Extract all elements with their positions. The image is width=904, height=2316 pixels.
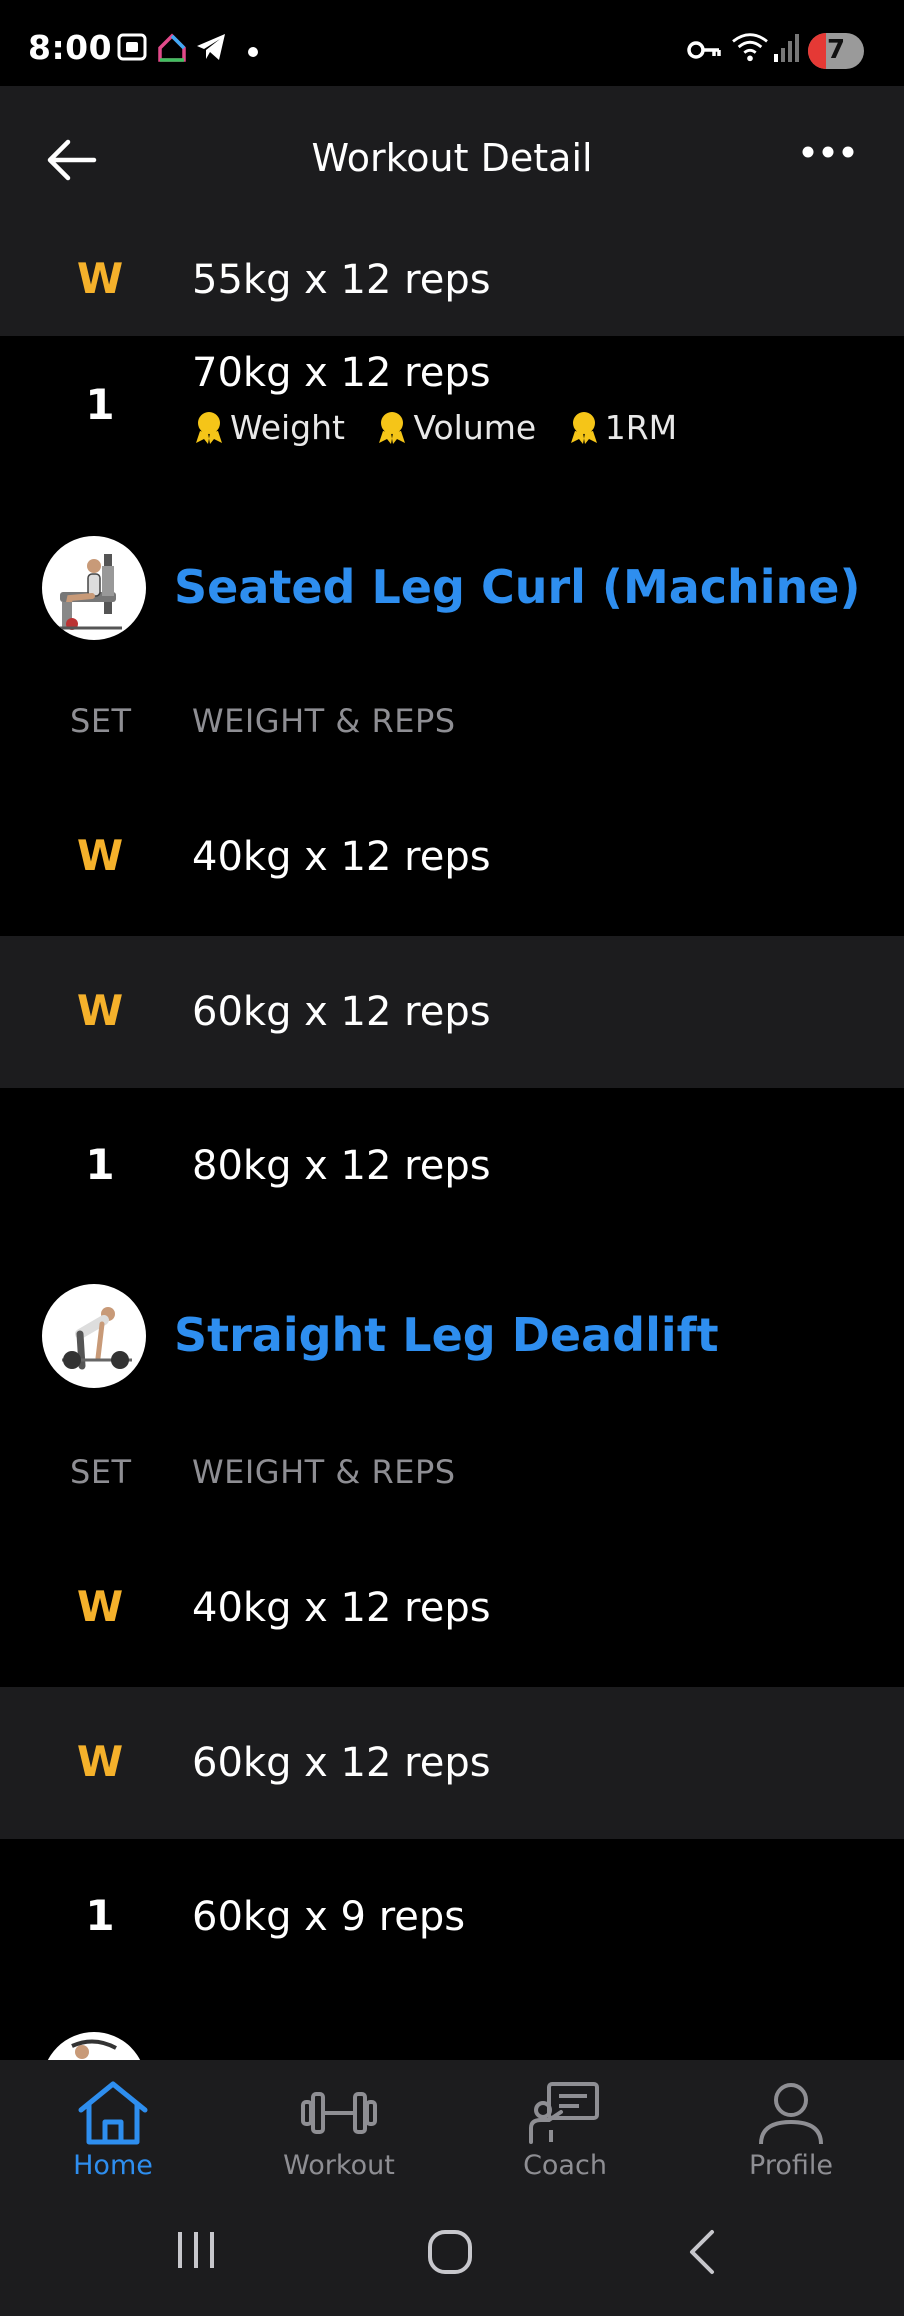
exercise-thumbnail[interactable]	[42, 1284, 146, 1388]
nav-workout[interactable]: Workout	[226, 2060, 452, 2186]
exercise-header[interactable]: Straight Leg Deadlift	[0, 1278, 904, 1398]
exercise-name[interactable]: Seated Leg Curl (Machine)	[174, 560, 861, 614]
set-label: 1	[85, 1891, 115, 1940]
set-label: 1	[85, 380, 115, 429]
column-header-set: SET	[70, 702, 132, 740]
nav-label: Home	[73, 2150, 153, 2181]
column-header-weight-reps: WEIGHT & REPS	[192, 702, 456, 740]
battery-icon: 7	[808, 33, 864, 69]
medal-icon	[379, 412, 406, 444]
column-header-set: SET	[70, 1453, 132, 1491]
exercise-header[interactable]: Seated Leg Curl (Machine)	[0, 528, 904, 648]
record-badge: Weight	[192, 408, 345, 447]
system-navigation-bar	[0, 2186, 904, 2316]
set-row: W 55kg x 12 reps	[0, 224, 904, 336]
set-weight-reps: 40kg x 12 reps	[192, 834, 491, 880]
nav-label: Profile	[749, 2150, 833, 2181]
set-label: W	[76, 831, 124, 880]
set-row: W 60kg x 12 reps	[0, 936, 904, 1088]
status-bar: 8:00 7	[0, 0, 904, 86]
app-header: Workout Detail	[0, 86, 904, 224]
set-label: W	[76, 986, 124, 1035]
deadlift-image	[62, 1307, 132, 1370]
recent-apps-icon[interactable]	[174, 2228, 218, 2272]
exercise-name[interactable]: Straight Leg Deadlift	[174, 1308, 719, 1362]
set-row: W 60kg x 12 reps	[0, 1687, 904, 1839]
set-row: W 40kg x 12 reps	[0, 1530, 904, 1682]
notification-dot-icon	[248, 47, 258, 57]
personal-records: Weight Volume 1RM	[192, 408, 697, 447]
signal-icon	[774, 34, 799, 62]
vpn-key-icon	[687, 41, 721, 59]
dumbbell-icon	[301, 2092, 377, 2134]
leg-curl-machine-image	[56, 554, 122, 630]
set-label: W	[76, 1737, 124, 1786]
wifi-icon	[732, 33, 768, 62]
exercise-thumbnail[interactable]	[42, 536, 146, 640]
home-app-icon	[158, 33, 186, 62]
exercise-image	[71, 2039, 117, 2059]
set-row: 1 70kg x 12 reps Weight Volume 1RM	[0, 336, 904, 488]
workout-detail-content[interactable]: W 55kg x 12 reps 1 70kg x 12 reps Weight…	[0, 224, 904, 2060]
record-badge: 1RM	[567, 408, 677, 447]
page-title: Workout Detail	[311, 136, 593, 180]
set-weight-reps: 55kg x 12 reps	[192, 257, 491, 303]
set-weight-reps: 60kg x 12 reps	[192, 989, 491, 1035]
nav-label: Workout	[283, 2150, 395, 2181]
set-row: 1 80kg x 12 reps	[0, 1088, 904, 1240]
set-weight-reps: 40kg x 12 reps	[192, 1585, 491, 1631]
nav-profile[interactable]: Profile	[678, 2060, 904, 2186]
set-weight-reps: 60kg x 9 reps	[192, 1894, 466, 1940]
back-chevron-icon[interactable]	[686, 2228, 718, 2276]
nav-label: Coach	[523, 2150, 607, 2181]
record-badge-label: Weight	[230, 408, 345, 447]
column-header-weight-reps: WEIGHT & REPS	[192, 1453, 456, 1491]
exercise-thumbnail[interactable]	[42, 2032, 146, 2060]
home-circle-icon[interactable]	[426, 2228, 474, 2276]
telegram-icon	[197, 34, 225, 60]
medal-icon	[570, 412, 597, 444]
more-horizontal-icon[interactable]	[800, 142, 856, 162]
set-label: 1	[85, 1140, 115, 1189]
profile-icon	[759, 2083, 823, 2145]
battery-level: 7	[826, 35, 846, 65]
bottom-navigation: Home Workout Coach Profile	[0, 2060, 904, 2186]
nav-home[interactable]: Home	[0, 2060, 226, 2186]
status-time: 8:00	[28, 28, 113, 67]
home-icon	[78, 2081, 148, 2145]
record-badge-label: Volume	[413, 408, 537, 447]
record-badge: Volume	[375, 408, 536, 447]
record-badge-label: 1RM	[604, 408, 678, 447]
set-label: W	[76, 1582, 124, 1631]
set-row: W 40kg x 12 reps	[0, 779, 904, 931]
medal-icon	[196, 412, 222, 444]
set-row: 1 60kg x 9 reps	[0, 1839, 904, 1991]
nav-coach[interactable]: Coach	[452, 2060, 678, 2186]
set-weight-reps: 70kg x 12 reps	[192, 350, 491, 396]
set-label: W	[76, 254, 124, 303]
set-weight-reps: 60kg x 12 reps	[192, 1740, 491, 1786]
screenshot-icon	[117, 33, 147, 61]
set-weight-reps: 80kg x 12 reps	[192, 1143, 491, 1189]
coach-icon	[529, 2082, 599, 2144]
